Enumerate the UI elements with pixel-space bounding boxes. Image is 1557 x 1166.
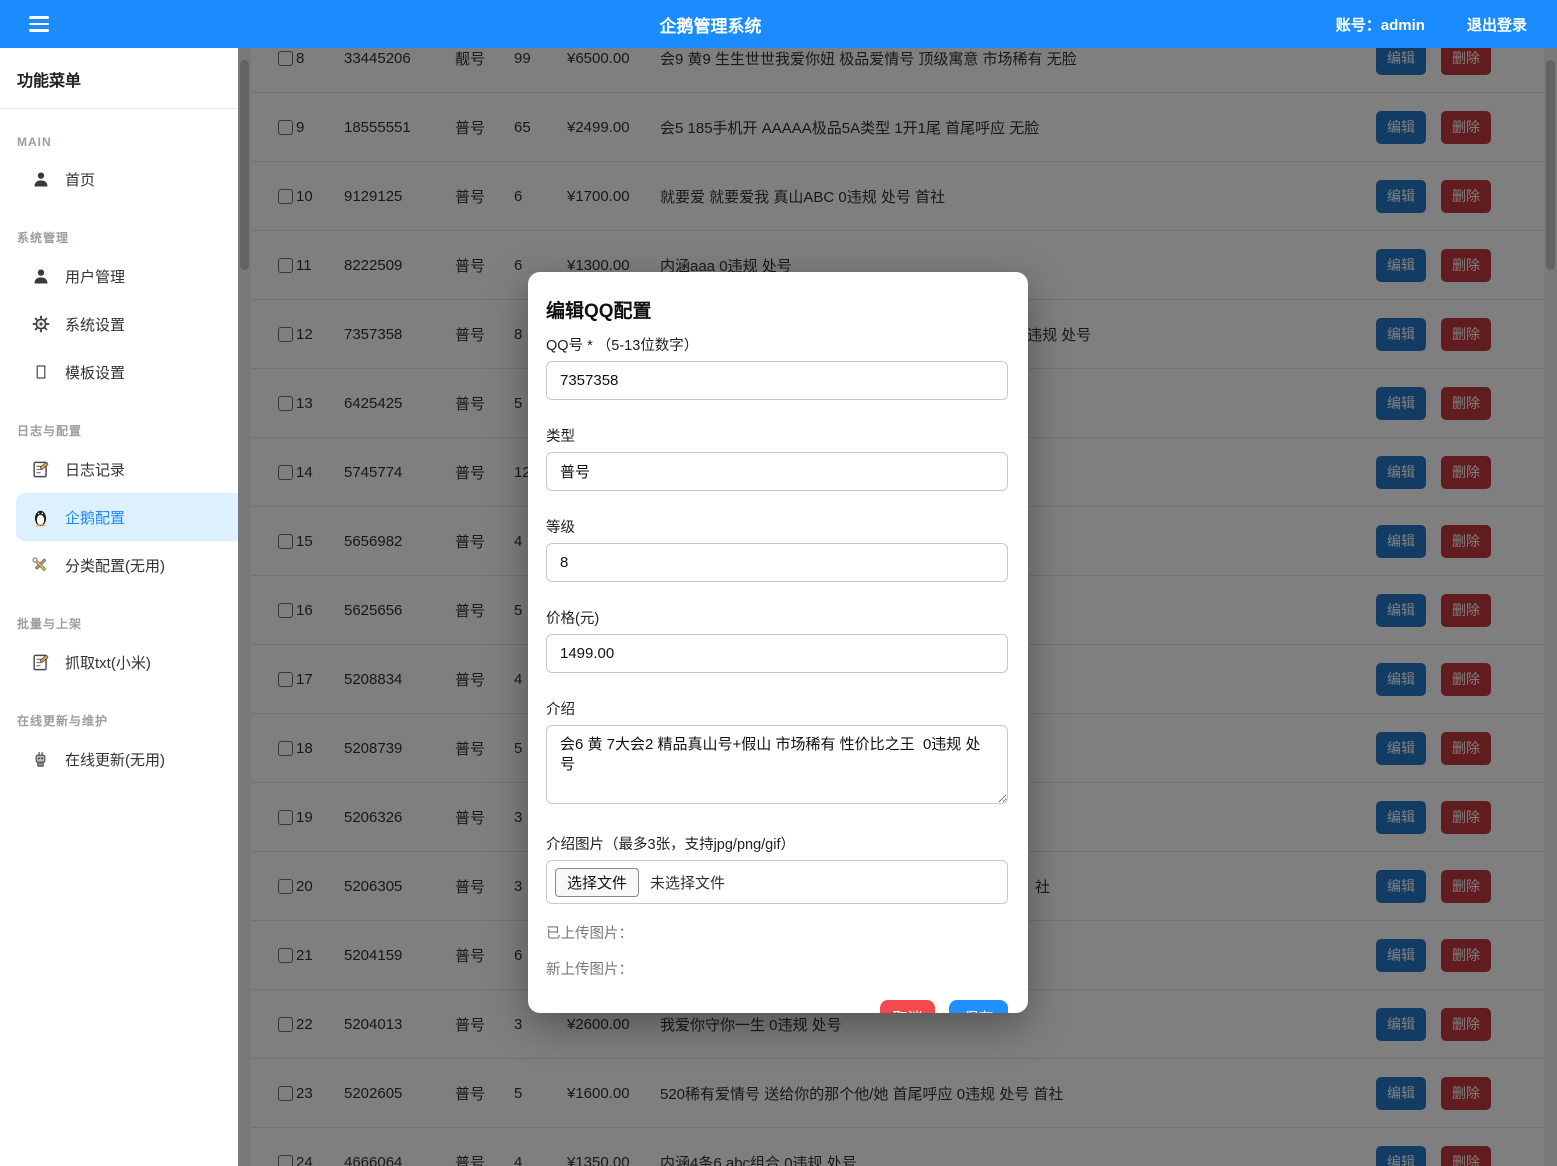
app-title: 企鹅管理系统 (660, 12, 762, 37)
sidebar-item-label: 企鹅配置 (65, 507, 125, 528)
home-icon (31, 170, 50, 189)
sidebar-item-[interactable]: 首页 (0, 155, 238, 203)
price-label: 价格(元) (546, 607, 1008, 628)
user-icon (31, 267, 50, 286)
intro-label: 介绍 (546, 698, 1008, 719)
sidebar-item-label: 首页 (65, 169, 95, 190)
account-label: 账号：admin (1336, 14, 1425, 35)
type-label: 类型 (546, 425, 1008, 446)
qq-number-label: QQ号 * （5-13位数字） (546, 334, 1008, 355)
sidebar-item-label: 在线更新(无用) (65, 749, 165, 770)
sidebar-item-label: 系统设置 (65, 314, 125, 335)
level-label: 等级 (546, 516, 1008, 537)
tools-icon (31, 556, 50, 575)
intro-images-label: 介绍图片（最多3张，支持jpg/png/gif） (546, 833, 1008, 854)
logout-button[interactable]: 退出登录 (1467, 14, 1527, 35)
new-upload-images-label: 新上传图片： (546, 958, 1008, 979)
sidebar-item-[interactable]: 分类配置(无用) (0, 541, 238, 589)
price-input[interactable] (546, 634, 1008, 673)
choose-file-button[interactable]: 选择文件 (555, 868, 639, 897)
memo-icon (31, 460, 50, 479)
template-icon (31, 363, 50, 382)
sidebar-section-label: 系统管理 (0, 203, 238, 252)
penguin-icon (31, 508, 50, 527)
edit-qq-config-modal: 编辑QQ配置 QQ号 * （5-13位数字） 类型 等级 价格(元) 介绍 会6… (528, 272, 1028, 1013)
sidebar: 功能菜单 MAIN 首页系统管理用户管理系统设置模板设置日志与配置日志记录企鹅配置… (0, 48, 238, 1166)
save-button[interactable]: 保存 (949, 1000, 1008, 1013)
cancel-button[interactable]: 取消 (880, 1000, 935, 1013)
sidebar-item-label: 模板设置 (65, 362, 125, 383)
sidebar-item-label: 日志记录 (65, 459, 125, 480)
hamburger-menu-icon[interactable] (29, 16, 49, 32)
sidebar-item-txt[interactable]: 抓取txt(小米) (0, 638, 238, 686)
robot-icon (31, 750, 50, 769)
uploaded-images-label: 已上传图片： (546, 922, 1008, 943)
sidebar-item-[interactable]: 用户管理 (0, 252, 238, 300)
memo-icon (31, 653, 50, 672)
gear-icon (31, 315, 50, 334)
intro-textarea[interactable]: 会6 黄 7大会2 精品真山号+假山 市场稀有 性价比之王 0违规 处号 (546, 725, 1008, 804)
sidebar-title: 功能菜单 (0, 48, 238, 108)
no-file-text: 未选择文件 (650, 872, 725, 893)
sidebar-section-label: 日志与配置 (0, 396, 238, 445)
sidebar-item-[interactable]: 日志记录 (0, 445, 238, 493)
sidebar-section-label: 在线更新与维护 (0, 686, 238, 735)
sidebar-section-label: 批量与上架 (0, 589, 238, 638)
level-input[interactable] (546, 543, 1008, 582)
sidebar-section-label: MAIN (0, 109, 238, 155)
sidebar-item-[interactable]: 模板设置 (0, 348, 238, 396)
sidebar-item-label: 用户管理 (65, 266, 125, 287)
file-input[interactable]: 选择文件 未选择文件 (546, 860, 1008, 904)
modal-title: 编辑QQ配置 (546, 296, 1008, 323)
type-input[interactable] (546, 452, 1008, 491)
sidebar-item-label: 抓取txt(小米) (65, 652, 151, 673)
sidebar-item-[interactable]: 企鹅配置 (16, 493, 238, 541)
top-header: 企鹅管理系统 账号：admin 退出登录 (0, 0, 1557, 48)
sidebar-item-[interactable]: 在线更新(无用) (0, 735, 238, 783)
sidebar-item-[interactable]: 系统设置 (0, 300, 238, 348)
sidebar-item-label: 分类配置(无用) (65, 555, 165, 576)
qq-number-input[interactable] (546, 361, 1008, 400)
